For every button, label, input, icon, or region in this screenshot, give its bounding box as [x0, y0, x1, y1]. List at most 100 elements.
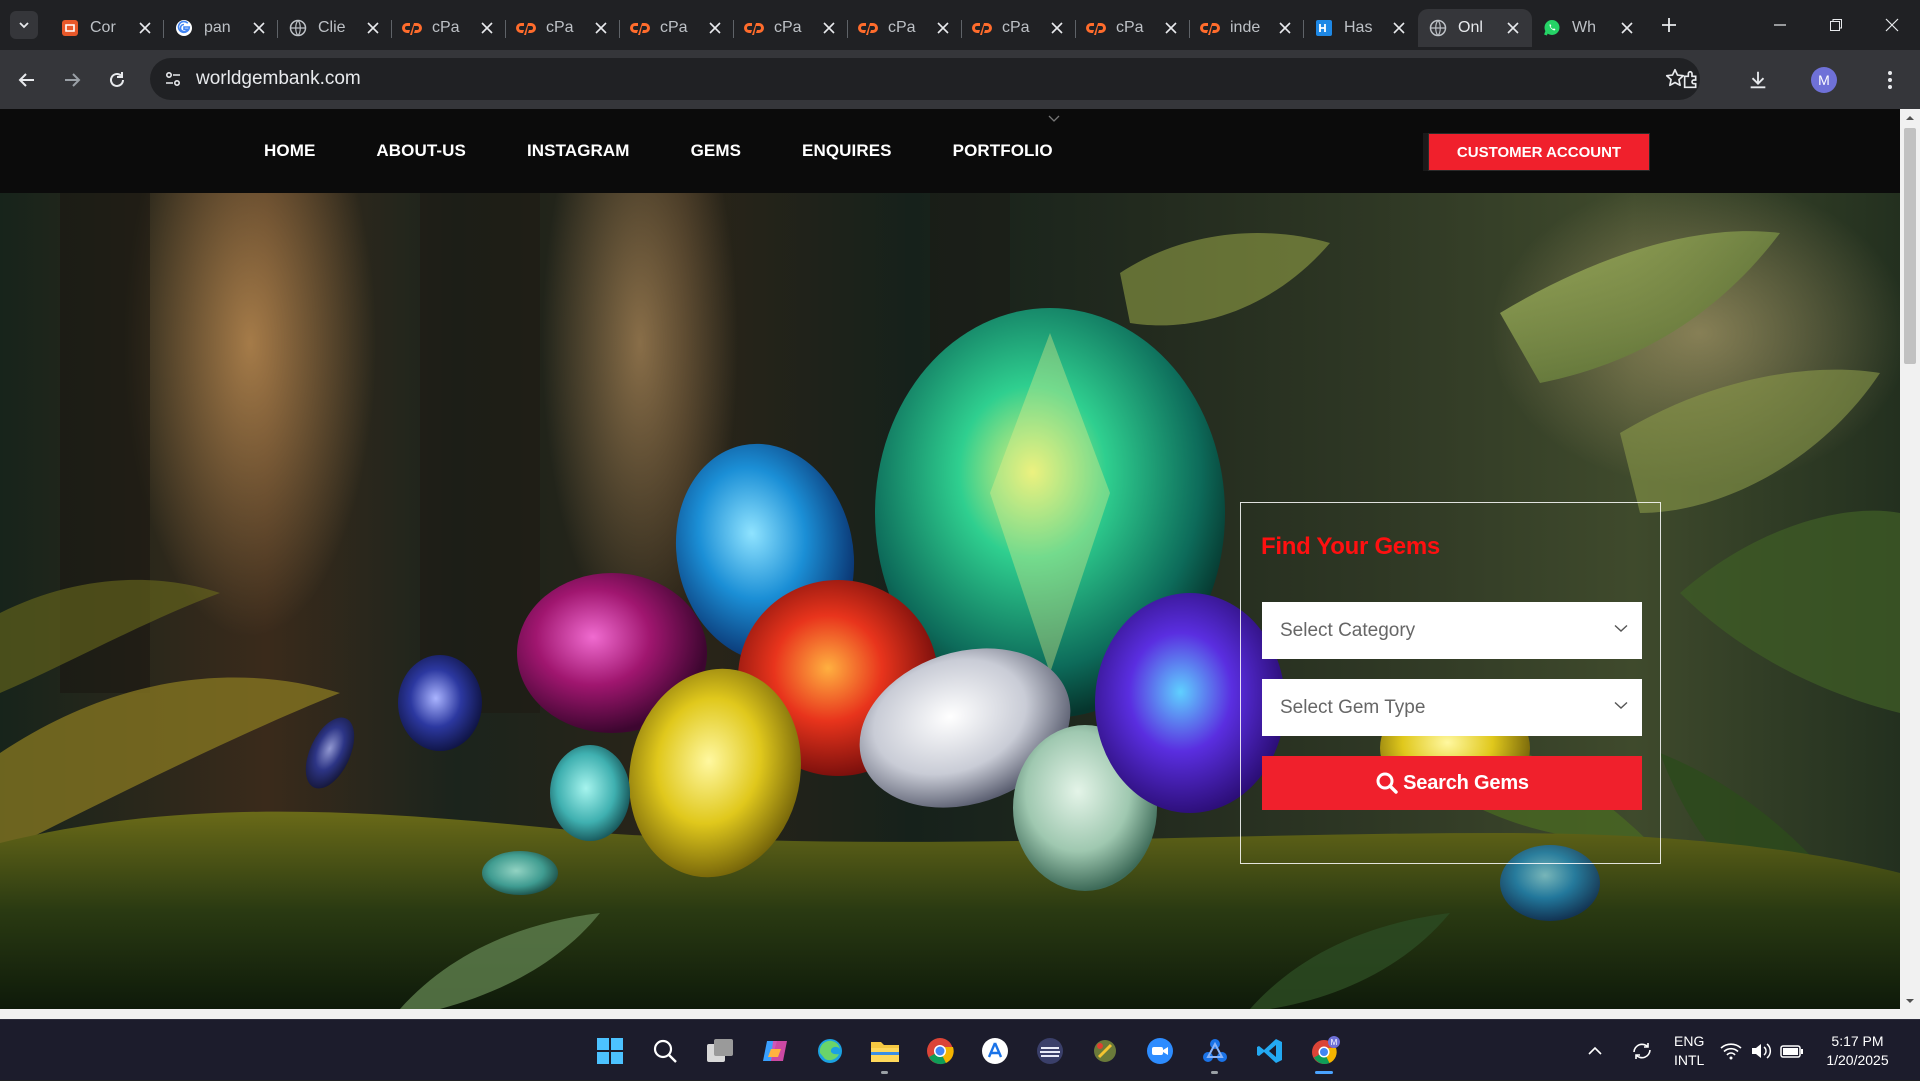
battery-icon[interactable] — [1780, 1043, 1804, 1059]
site-info-button[interactable] — [158, 64, 188, 94]
nav-instagram[interactable]: INSTAGRAM — [527, 141, 630, 161]
chrome-icon — [926, 1037, 954, 1064]
browser-tab[interactable]: cPa — [505, 9, 620, 47]
browser-tab[interactable]: cPa — [733, 9, 848, 47]
reload-button[interactable] — [99, 62, 135, 98]
running-indicator — [1211, 1070, 1218, 1074]
tab-search-button[interactable] — [10, 11, 38, 39]
file-explorer-app[interactable] — [857, 1026, 912, 1076]
close-tab-icon[interactable] — [1390, 19, 1408, 37]
browser-tab[interactable]: cPa — [619, 9, 734, 47]
taskbar-search-button[interactable] — [637, 1026, 692, 1076]
cpanel-icon — [516, 18, 536, 38]
scroll-up-arrow-icon[interactable] — [1905, 114, 1915, 122]
drive-app[interactable] — [1022, 1026, 1077, 1076]
new-tab-button[interactable] — [1654, 10, 1684, 40]
close-window-button[interactable] — [1864, 0, 1920, 50]
clock[interactable]: 5:17 PM 1/20/2025 — [1826, 1032, 1888, 1070]
task-view-button[interactable] — [692, 1026, 747, 1076]
close-tab-icon[interactable] — [1276, 19, 1294, 37]
browser-tab[interactable]: Has — [1303, 9, 1418, 47]
clock-date: 1/20/2025 — [1826, 1051, 1889, 1068]
url-text[interactable]: worldgembank.com — [196, 68, 361, 90]
network-app-icon — [1202, 1038, 1227, 1062]
brush-app[interactable] — [1077, 1026, 1132, 1076]
keyboard-layout: INTL — [1674, 1051, 1705, 1068]
copilot-icon — [762, 1040, 787, 1061]
task-view-icon — [706, 1038, 733, 1062]
nav-enquires[interactable]: ENQUIRES — [802, 141, 892, 161]
search-gems-button[interactable]: Search Gems — [1262, 756, 1642, 810]
nav-gems[interactable]: GEMS — [691, 141, 741, 161]
close-tab-icon[interactable] — [1618, 19, 1636, 37]
category-select[interactable]: Select Category — [1262, 602, 1642, 659]
browser-tab[interactable]: cPa — [1075, 9, 1190, 47]
close-tab-icon[interactable] — [364, 19, 382, 37]
orange-square-icon — [60, 18, 80, 38]
minimize-button[interactable] — [1752, 0, 1808, 50]
copilot-app[interactable] — [747, 1026, 802, 1076]
browser-tab[interactable]: inde — [1189, 9, 1304, 47]
chrome-app[interactable] — [912, 1026, 967, 1076]
tab-title: cPa — [1116, 19, 1144, 36]
volume-icon[interactable] — [1750, 1042, 1772, 1060]
nav-about-us[interactable]: ABOUT-US — [376, 141, 466, 161]
nav-home[interactable]: HOME — [264, 141, 315, 161]
close-tab-icon[interactable] — [706, 19, 724, 37]
category-select-placeholder: Select Category — [1280, 619, 1416, 641]
horizontal-scrollbar[interactable] — [0, 1009, 1920, 1019]
close-tab-icon[interactable] — [1162, 19, 1180, 37]
close-tab-icon[interactable] — [250, 19, 268, 37]
browser-tab[interactable]: Cor — [50, 9, 164, 47]
vertical-scrollbar[interactable] — [1900, 109, 1920, 1009]
arrow-left-icon — [18, 72, 34, 87]
edge-app[interactable] — [802, 1026, 857, 1076]
back-button[interactable] — [9, 62, 45, 98]
browser-tab[interactable]: cPa — [391, 9, 506, 47]
tab-title: cPa — [432, 19, 460, 36]
scrollbar-thumb[interactable] — [1904, 128, 1916, 364]
browser-tab[interactable]: Clie — [277, 9, 392, 47]
close-tab-icon[interactable] — [1048, 19, 1066, 37]
browser-tab[interactable]: cPa — [847, 9, 962, 47]
blue-square-icon — [1314, 18, 1334, 38]
close-tab-icon[interactable] — [934, 19, 952, 37]
search-gems-label: Search Gems — [1403, 771, 1529, 794]
address-bar[interactable]: worldgembank.com — [150, 58, 1700, 100]
cpanel-icon — [858, 18, 878, 38]
browser-tab[interactable]: Wh — [1532, 9, 1646, 47]
zoom-icon — [1146, 1037, 1173, 1064]
forward-button[interactable] — [54, 62, 90, 98]
chevron-up-icon[interactable] — [1588, 1046, 1602, 1056]
tab-title: Clie — [318, 19, 346, 36]
zoom-app[interactable] — [1132, 1026, 1187, 1076]
close-tab-icon[interactable] — [1504, 19, 1522, 37]
chrome-profile-app[interactable]: M — [1297, 1026, 1352, 1076]
sync-icon[interactable] — [1630, 1040, 1654, 1062]
browser-tab[interactable]: pan — [163, 9, 278, 47]
nav-dropdown-caret[interactable] — [1048, 115, 1060, 123]
vscode-app[interactable] — [1242, 1026, 1297, 1076]
wifi-icon[interactable] — [1720, 1042, 1742, 1060]
profile-button[interactable]: M — [1802, 58, 1846, 102]
input-language[interactable]: ENG INTL — [1674, 1032, 1704, 1070]
customer-account-button[interactable]: CUSTOMER ACCOUNT — [1428, 133, 1650, 171]
menu-button[interactable] — [1868, 58, 1912, 102]
close-tab-icon[interactable] — [592, 19, 610, 37]
network-app[interactable] — [1187, 1026, 1242, 1076]
browser-tab[interactable]: cPa — [961, 9, 1076, 47]
start-button[interactable] — [582, 1026, 637, 1076]
app-store-app[interactable] — [967, 1026, 1022, 1076]
gem-type-select[interactable]: Select Gem Type — [1262, 679, 1642, 736]
clock-time: 5:17 PM — [1831, 1032, 1884, 1049]
downloads-button[interactable] — [1736, 58, 1780, 102]
close-tab-icon[interactable] — [478, 19, 496, 37]
scroll-down-arrow-icon[interactable] — [1905, 997, 1915, 1005]
close-tab-icon[interactable] — [136, 19, 154, 37]
close-tab-icon[interactable] — [820, 19, 838, 37]
restore-button[interactable] — [1808, 0, 1864, 50]
nav-portfolio[interactable]: PORTFOLIO — [953, 141, 1053, 161]
taskbar-apps: M — [582, 1020, 1352, 1081]
extensions-button[interactable] — [1670, 58, 1714, 102]
browser-tab[interactable]: Onl — [1418, 9, 1532, 47]
